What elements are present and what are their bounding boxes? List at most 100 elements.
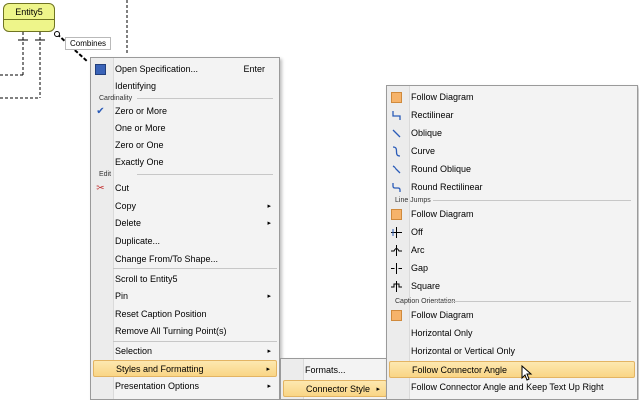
menu-item-label: Reset Caption Position — [115, 309, 207, 319]
menu-item-shortcut: Enter — [243, 64, 265, 74]
menu-separator — [113, 341, 277, 342]
menu-item-label: Presentation Options — [115, 381, 200, 391]
menu-item-label: Horizontal Only — [411, 328, 473, 338]
line-jump-arc-icon — [391, 245, 402, 256]
menu-item-label: Selection — [115, 346, 153, 356]
menu-item-oblique[interactable]: Oblique — [389, 125, 635, 142]
menu-item-label: Remove All Turning Point(s) — [115, 326, 227, 336]
menu-item-follow-connector-angle[interactable]: Follow Connector Angle — [389, 361, 635, 378]
menu-item-label: Formats... — [305, 365, 346, 375]
section-title-caption-orientation: Caption Orientation — [389, 297, 635, 306]
menu-item-caption-follow-diagram[interactable]: Follow Diagram — [389, 307, 635, 324]
round-oblique-icon — [392, 165, 401, 174]
menu-item-label: Follow Diagram — [411, 92, 474, 102]
menu-item-presentation-options[interactable]: Presentation Options ▸ — [93, 378, 277, 395]
menu-item-label: Delete — [115, 218, 142, 228]
menu-item-label: Horizontal or Vertical Only — [411, 346, 516, 356]
menu-item-follow-diagram-shape[interactable]: Follow Diagram — [389, 89, 635, 106]
menu-item-label: Connector Style — [306, 384, 371, 394]
menu-item-label: Follow Connector Angle — [412, 365, 508, 375]
menu-item-scroll-to[interactable]: Scroll to Entity5 — [93, 271, 277, 288]
entity-divider — [4, 19, 54, 20]
line-jump-square-icon — [391, 281, 402, 292]
menu-item-label: One or More — [115, 123, 166, 133]
submenu-arrow-icon: ▸ — [267, 203, 271, 210]
menu-item-line-jumps-gap[interactable]: Gap — [389, 260, 635, 277]
menu-item-label: Follow Diagram — [411, 209, 474, 219]
menu-item-label: Follow Diagram — [411, 310, 474, 320]
menu-item-label: Exactly One — [115, 157, 164, 167]
follow-diagram-icon — [391, 92, 402, 103]
menu-item-exactly-one[interactable]: Exactly One — [93, 154, 277, 171]
menu-item-follow-connector-angle-keep-up-right[interactable]: Follow Connector Angle and Keep Text Up … — [389, 379, 635, 396]
menu-item-selection[interactable]: Selection ▸ — [93, 343, 277, 360]
rectilinear-icon — [392, 111, 401, 120]
menu-item-reset-caption-position[interactable]: Reset Caption Position — [93, 306, 277, 323]
menu-item-line-jumps-arc[interactable]: Arc — [389, 242, 635, 259]
menu-item-label: Arc — [411, 245, 425, 255]
menu-item-open-specification[interactable]: Open Specification... Enter — [93, 61, 277, 78]
entity-shape[interactable]: Entity5 — [3, 3, 55, 32]
menu-item-change-from-to-shape[interactable]: Change From/To Shape... — [93, 251, 277, 268]
menu-item-delete[interactable]: Delete ▸ — [93, 215, 277, 232]
submenu-arrow-icon: ▸ — [376, 386, 380, 393]
checkmark-icon: ✔ — [96, 106, 105, 117]
menu-item-zero-or-more[interactable]: ✔ Zero or More — [93, 103, 277, 120]
menu-item-label: Round Oblique — [411, 164, 472, 174]
menu-separator — [113, 268, 277, 269]
follow-diagram-icon — [391, 310, 402, 321]
section-title-line-jumps: Line Jumps — [389, 196, 635, 205]
menu-item-label: Cut — [115, 183, 130, 193]
menu-item-cut[interactable]: ✂ Cut — [93, 180, 277, 197]
line-jump-off-icon — [391, 227, 402, 238]
entity-name: Entity5 — [15, 7, 43, 17]
menu-item-label: Scroll to Entity5 — [115, 274, 178, 284]
connector-caption[interactable]: Combines — [65, 37, 112, 50]
menu-item-horizontal-only[interactable]: Horizontal Only — [389, 325, 635, 342]
submenu-arrow-icon: ▸ — [267, 220, 271, 227]
menu-item-styles-and-formatting[interactable]: Styles and Formatting ▸ — [93, 360, 277, 377]
curve-icon — [392, 146, 401, 157]
menu-item-horizontal-or-vertical-only[interactable]: Horizontal or Vertical Only — [389, 343, 635, 360]
connector-style-submenu: Follow Diagram Rectilinear Oblique Curve… — [386, 85, 638, 400]
submenu-arrow-icon: ▸ — [266, 366, 270, 373]
menu-item-one-or-more[interactable]: One or More — [93, 120, 277, 137]
menu-item-line-jumps-square[interactable]: Square — [389, 278, 635, 295]
menu-item-label: Curve — [411, 146, 436, 156]
round-rectilinear-icon — [392, 183, 401, 192]
menu-item-zero-or-one[interactable]: Zero or One — [93, 137, 277, 154]
menu-item-copy[interactable]: Copy ▸ — [93, 198, 277, 215]
specification-icon — [95, 64, 106, 75]
menu-item-label: Change From/To Shape... — [115, 254, 219, 264]
menu-item-label: Zero or One — [115, 140, 164, 150]
context-menu: Open Specification... Enter Identifying … — [90, 57, 280, 400]
section-title-cardinality: Cardinality — [93, 94, 277, 103]
menu-item-formats[interactable]: Formats... — [283, 362, 387, 379]
menu-item-line-jumps-follow-diagram[interactable]: Follow Diagram — [389, 206, 635, 223]
menu-item-line-jumps-off[interactable]: Off — [389, 224, 635, 241]
menu-item-remove-turning-points[interactable]: Remove All Turning Point(s) — [93, 323, 277, 340]
submenu-arrow-icon: ▸ — [267, 348, 271, 355]
menu-item-label: Gap — [411, 263, 429, 273]
line-jump-gap-icon — [391, 263, 402, 274]
menu-item-identifying[interactable]: Identifying — [93, 78, 277, 95]
menu-item-label: Square — [411, 281, 441, 291]
menu-item-label: Copy — [115, 201, 137, 211]
menu-item-rectilinear[interactable]: Rectilinear — [389, 107, 635, 124]
menu-item-pin[interactable]: Pin ▸ — [93, 288, 277, 305]
menu-item-label: Round Rectilinear — [411, 182, 483, 192]
menu-item-round-oblique[interactable]: Round Oblique — [389, 161, 635, 178]
menu-item-label: Follow Connector Angle and Keep Text Up … — [411, 382, 604, 392]
menu-item-connector-style[interactable]: Connector Style ▸ — [283, 380, 387, 397]
menu-item-round-rectilinear[interactable]: Round Rectilinear — [389, 179, 635, 196]
scissors-icon: ✂ — [96, 183, 105, 194]
oblique-icon — [392, 129, 401, 138]
menu-item-duplicate[interactable]: Duplicate... — [93, 233, 277, 250]
section-title-edit: Edit — [93, 170, 277, 179]
menu-item-label: Pin — [115, 291, 129, 301]
menu-item-label: Off — [411, 227, 423, 237]
submenu-arrow-icon: ▸ — [267, 293, 271, 300]
menu-item-curve[interactable]: Curve — [389, 143, 635, 160]
mouse-cursor-icon — [521, 365, 533, 381]
menu-item-label: Duplicate... — [115, 236, 161, 246]
